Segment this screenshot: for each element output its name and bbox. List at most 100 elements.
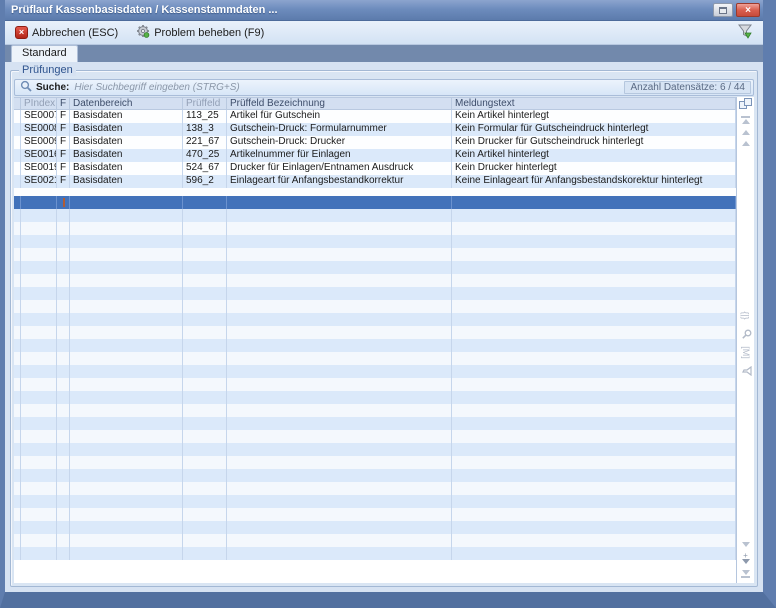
cell-datenbereich: Basisdaten: [70, 136, 183, 149]
cell-prueffeld: [183, 313, 227, 326]
column-header-meldungstext[interactable]: Meldungstext: [452, 98, 736, 109]
cancel-button-label: Abbrechen (ESC): [32, 27, 118, 39]
cell-meldungstext: [452, 274, 736, 287]
cell-datenbereich: [70, 326, 183, 339]
cell-prueffeld: [183, 508, 227, 521]
search-input[interactable]: Hier Suchbegriff eingeben (STRG+S): [74, 82, 624, 93]
cell-meldungstext: [452, 352, 736, 365]
go-to-first-button[interactable]: [741, 115, 750, 124]
empty-row: [14, 209, 736, 222]
table-row[interactable]: SE0016FBasisdaten470_25Artikelnummer für…: [14, 149, 736, 162]
cell-prueffeld: 596_2: [183, 175, 227, 188]
cell-f: [57, 300, 70, 313]
cell-bezeichnung: [227, 196, 452, 209]
cell-prueffeld: [183, 495, 227, 508]
column-header-pindex[interactable]: PIndex ▼: [21, 98, 57, 109]
go-to-last-button[interactable]: [741, 570, 750, 579]
cell-prueffeld: 470_25: [183, 149, 227, 162]
cell-prueffeld: [183, 404, 227, 417]
cell-datenbereich: [70, 222, 183, 235]
cancel-icon: ×: [15, 26, 28, 39]
empty-row: [14, 404, 736, 417]
append-row-button[interactable]: +: [742, 553, 750, 564]
cell-prueffeld: [183, 209, 227, 222]
cancel-button[interactable]: × Abbrechen (ESC): [11, 24, 122, 41]
cell-prueffeld: [183, 339, 227, 352]
tab-standard[interactable]: Standard: [11, 45, 78, 62]
empty-row: [14, 482, 736, 495]
cell-meldungstext: [452, 547, 736, 560]
table-row[interactable]: SE0008FBasisdaten138_3Gutschein-Druck: F…: [14, 123, 736, 136]
cell-bezeichnung: [227, 456, 452, 469]
group-panel-icon[interactable]: {|}: [741, 311, 750, 319]
cell-meldungstext: [452, 430, 736, 443]
search-bar[interactable]: Suche: Hier Suchbegriff eingeben (STRG+S…: [14, 79, 754, 96]
cell-meldungstext: [452, 443, 736, 456]
cell-meldungstext: [452, 482, 736, 495]
cell-prueffeld: [183, 534, 227, 547]
cell-pindex: [21, 417, 57, 430]
cell-pindex: [21, 443, 57, 456]
cell-pindex: SE0019: [21, 162, 57, 175]
cell-bezeichnung: Artikel für Gutschein: [227, 110, 452, 123]
cell-prueffeld: [183, 196, 227, 209]
cell-bezeichnung: [227, 443, 452, 456]
table-row[interactable]: SE0019FBasisdaten524_67Drucker für Einla…: [14, 162, 736, 175]
column-header-f[interactable]: F: [57, 98, 70, 109]
cell-bezeichnung: [227, 508, 452, 521]
cell-pindex: [21, 456, 57, 469]
cell-meldungstext: [452, 378, 736, 391]
window-title: Prüflauf Kassenbasisdaten / Kassenstammd…: [11, 4, 713, 16]
cell-prueffeld: [183, 365, 227, 378]
page-up-button[interactable]: [742, 130, 750, 135]
cell-bezeichnung: Drucker für Einlagen/Entnamen Ausdruck: [227, 162, 452, 175]
cell-pindex: SE0016: [21, 149, 57, 162]
row-indicator-cell: [14, 261, 21, 274]
cell-pindex: SE0009: [21, 136, 57, 149]
cell-meldungstext: [452, 404, 736, 417]
column-header-datenbereich[interactable]: Datenbereich: [70, 98, 183, 109]
column-header-bezeichnung[interactable]: Prüffeld Bezeichnung: [227, 98, 452, 109]
next-row-button[interactable]: [742, 542, 750, 547]
cell-pindex: [21, 352, 57, 365]
row-indicator-cell: [14, 149, 21, 162]
cell-f: F: [57, 175, 70, 188]
cell-bezeichnung: Artikelnummer für Einlagen: [227, 149, 452, 162]
row-gap: [14, 188, 736, 196]
column-header-prueffeld[interactable]: Prüffeld: [183, 98, 227, 109]
cell-f: [57, 287, 70, 300]
table-row[interactable]: SE0021FBasisdaten596_2Einlageart für Anf…: [14, 175, 736, 188]
cell-bezeichnung: [227, 391, 452, 404]
fix-problem-button[interactable]: Problem beheben (F9): [132, 22, 268, 43]
grid-filler: [14, 560, 736, 583]
cell-f: [57, 378, 70, 391]
cell-bezeichnung: [227, 261, 452, 274]
cell-bezeichnung: [227, 248, 452, 261]
titlebar[interactable]: Prüflauf Kassenbasisdaten / Kassenstammd…: [5, 0, 763, 21]
groupbox-label: Prüfungen: [19, 64, 76, 76]
cell-bezeichnung: [227, 404, 452, 417]
memo-icon[interactable]: [M]: [741, 346, 750, 359]
cell-pindex: [21, 495, 57, 508]
maximize-button[interactable]: [713, 3, 733, 17]
table-row[interactable]: SE0007FBasisdaten113_25Artikel für Gutsc…: [14, 110, 736, 123]
table-row[interactable]: SE0009FBasisdaten221_67Gutschein-Druck: …: [14, 136, 736, 149]
cell-pindex: [21, 508, 57, 521]
cell-datenbereich: [70, 521, 183, 534]
prev-row-button[interactable]: [742, 141, 750, 146]
cell-pindex: [21, 482, 57, 495]
filter-row-icon[interactable]: [740, 366, 752, 376]
zoom-icon[interactable]: [740, 329, 752, 339]
empty-row: [14, 300, 736, 313]
gear-icon: [136, 24, 150, 41]
cell-bezeichnung: [227, 209, 452, 222]
selected-row[interactable]: [14, 196, 736, 209]
column-chooser-icon[interactable]: [739, 98, 752, 110]
empty-row: [14, 521, 736, 534]
cell-meldungstext: Keine Einlageart für Anfangsbestandskore…: [452, 175, 736, 188]
cell-datenbereich: [70, 469, 183, 482]
cell-meldungstext: [452, 469, 736, 482]
close-button[interactable]: ×: [736, 3, 760, 17]
filter-button[interactable]: [733, 21, 757, 44]
cell-pindex: [21, 300, 57, 313]
